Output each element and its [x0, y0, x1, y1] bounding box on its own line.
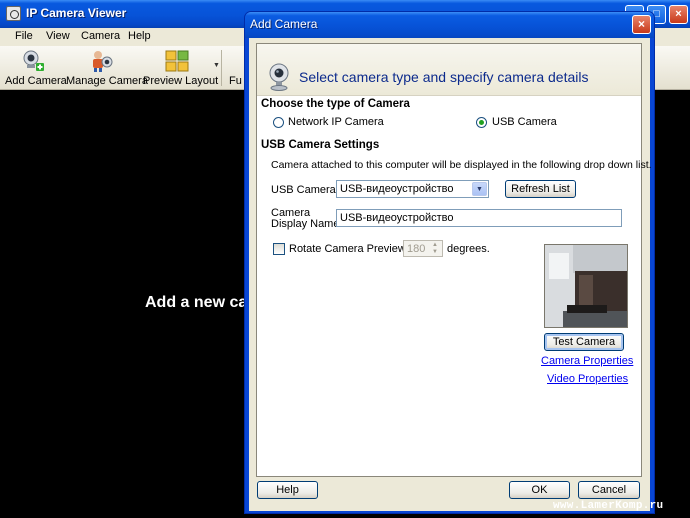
spin-down-icon[interactable]: ▼	[429, 249, 441, 256]
preview-layout-label: Preview Layout	[143, 75, 219, 87]
camera-preview-image	[544, 244, 628, 328]
usb-camera-selected-value: USB-видеоустройство	[340, 183, 454, 195]
dialog-header: Select camera type and specify camera de…	[257, 44, 641, 96]
usb-camera-label[interactable]: USB Camera	[492, 116, 557, 128]
layout-dropdown-arrow-icon[interactable]: ▼	[213, 62, 220, 69]
add-camera-button[interactable]: Add Camera	[5, 48, 67, 88]
rotate-degrees-spinner[interactable]: 180 ▲ ▼	[403, 240, 443, 257]
menu-file[interactable]: File	[15, 30, 33, 42]
main-close-button[interactable]: ×	[669, 5, 688, 24]
fullscreen-label: Fu	[229, 75, 242, 87]
toolbar-separator	[221, 50, 222, 86]
dialog-title: Add Camera	[250, 17, 318, 31]
fullscreen-button[interactable]: Fu	[229, 48, 245, 88]
usb-settings-divider	[385, 147, 638, 148]
network-ip-camera-label[interactable]: Network IP Camera	[288, 116, 384, 128]
cancel-button[interactable]: Cancel	[578, 481, 640, 499]
spin-up-icon[interactable]: ▲	[429, 242, 441, 249]
rotate-degrees-value: 180	[407, 243, 426, 255]
add-camera-dialog: Add Camera × Select camera type and spec…	[244, 11, 655, 514]
rotate-preview-label[interactable]: Rotate Camera Preview by	[289, 243, 420, 255]
help-button[interactable]: Help	[257, 481, 318, 499]
display-name-label: Camera Display Name:	[271, 208, 343, 230]
dialog-header-text: Select camera type and specify camera de…	[299, 69, 589, 85]
manage-camera-button[interactable]: Manage Camera	[66, 48, 148, 88]
camera-type-divider	[412, 106, 638, 107]
camera-preview-scene	[545, 245, 627, 327]
dialog-close-button[interactable]: ×	[632, 15, 651, 34]
network-ip-camera-radio[interactable]	[273, 117, 284, 128]
preview-layout-button[interactable]: Preview Layout	[143, 48, 218, 88]
dialog-titlebar[interactable]: Add Camera ×	[245, 12, 654, 38]
viewer-message: Add a new ca	[145, 294, 248, 311]
usb-settings-group-title: USB Camera Settings	[261, 139, 380, 151]
usb-camera-dropdown[interactable]: USB-видеоустройство ▼	[336, 180, 489, 198]
ok-button[interactable]: OK	[509, 481, 570, 499]
webcam-icon	[269, 63, 289, 91]
display-name-input[interactable]: USB-видеоустройство	[336, 209, 622, 227]
add-camera-icon	[23, 50, 44, 71]
screen: IP Camera Viewer – □ × File View Camera …	[0, 0, 690, 518]
display-name-label-line2: Display Name:	[271, 218, 343, 230]
add-camera-label: Add Camera	[5, 75, 67, 87]
rotate-preview-checkbox[interactable]	[273, 243, 285, 255]
layout-grid-icon	[165, 50, 189, 72]
main-window-title: IP Camera Viewer	[26, 6, 127, 20]
video-properties-link[interactable]: Video Properties	[547, 373, 628, 385]
test-camera-button[interactable]: Test Camera	[544, 333, 624, 351]
camera-type-group-title: Choose the type of Camera	[261, 98, 410, 110]
watermark: www.LamerKomp.ru	[553, 500, 664, 512]
usb-camera-radio[interactable]	[476, 117, 487, 128]
app-camera-icon	[6, 6, 21, 21]
manage-camera-label: Manage Camera	[66, 75, 148, 87]
refresh-list-button[interactable]: Refresh List	[505, 180, 576, 198]
usb-camera-field-label: USB Camera:	[271, 184, 339, 196]
menu-help[interactable]: Help	[128, 30, 151, 42]
manage-camera-icon	[93, 51, 113, 72]
usb-description: Camera attached to this computer will be…	[271, 159, 652, 171]
camera-properties-link[interactable]: Camera Properties	[541, 355, 633, 367]
chevron-down-icon[interactable]: ▼	[472, 182, 487, 196]
rotate-unit-label: degrees.	[447, 243, 490, 255]
dialog-panel: Select camera type and specify camera de…	[256, 43, 652, 477]
dialog-body: Select camera type and specify camera de…	[249, 38, 652, 511]
menu-view[interactable]: View	[46, 30, 70, 42]
menu-camera[interactable]: Camera	[81, 30, 120, 42]
display-name-value: USB-видеоустройство	[340, 212, 454, 224]
